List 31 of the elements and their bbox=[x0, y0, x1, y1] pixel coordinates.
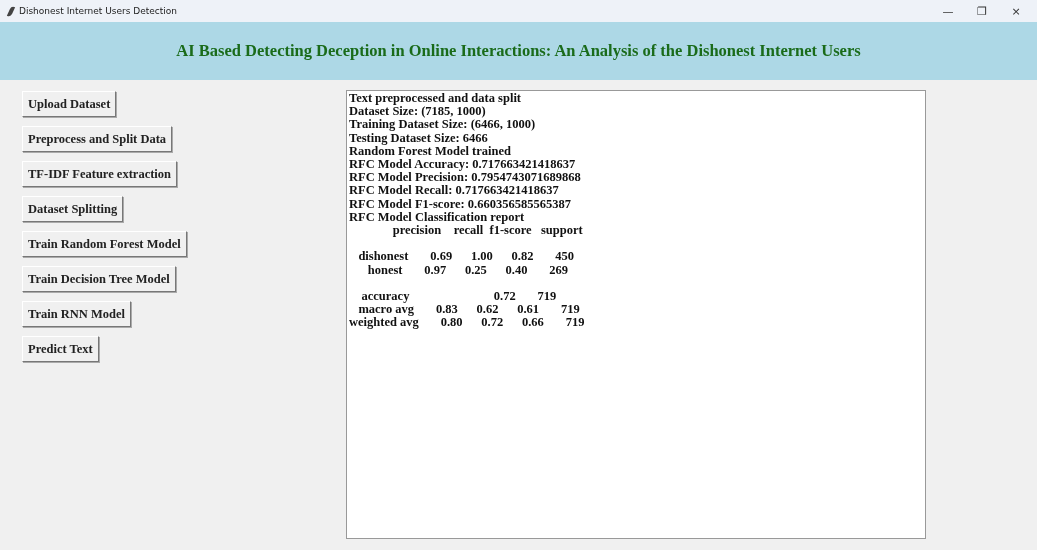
feather-icon bbox=[6, 5, 16, 17]
output-line: Training Dataset Size: (6466, 1000) bbox=[349, 118, 536, 132]
output-line: dishonest 0.69 1.00 0.82 450 bbox=[357, 250, 575, 264]
action-button[interactable]: TF-IDF Feature extraction bbox=[22, 161, 177, 187]
output-line: Dataset Size: (7185, 1000) bbox=[349, 105, 486, 119]
output-line: Testing Dataset Size: 6466 bbox=[349, 131, 488, 145]
action-button[interactable]: Predict Text bbox=[22, 336, 99, 362]
output-line: RFC Model Accuracy: 0.717663421418637 bbox=[349, 158, 576, 172]
minimize-button[interactable]: — bbox=[931, 4, 965, 18]
output-text-area[interactable] bbox=[346, 90, 926, 539]
window-title: Dishonest Internet Users Detection bbox=[19, 6, 179, 16]
restore-button[interactable]: ❐ bbox=[965, 4, 999, 18]
output-line: macro avg 0.83 0.62 0.61 719 bbox=[357, 303, 580, 317]
close-button[interactable]: × bbox=[999, 4, 1033, 18]
action-button[interactable]: Train RNN Model bbox=[22, 301, 131, 327]
output-line: accuracy 0.72 719 bbox=[360, 290, 557, 304]
output-line: RFC Model F1-score: 0.660356585565387 bbox=[349, 197, 571, 211]
output-line: weighted avg 0.80 0.72 0.66 719 bbox=[349, 316, 585, 330]
action-button[interactable]: Dataset Splitting bbox=[22, 196, 124, 222]
output-line: RFC Model Classification report bbox=[349, 210, 525, 225]
action-button[interactable]: Train Decision Tree Model bbox=[22, 266, 176, 292]
app-title: AI Based Detecting Deception in Online Interactions: An Analysis of the Dishonest Internet Users bbox=[176, 41, 861, 61]
output-line: Text preprocessed and data split bbox=[349, 92, 521, 106]
output-line: RFC Model Recall: 0.717663421418637 bbox=[349, 184, 559, 198]
output-line: RFC Model Precision: 0.7954743071689868 bbox=[349, 171, 581, 185]
output-line: Random Forest Model trained bbox=[349, 144, 511, 158]
action-button[interactable]: Upload Dataset bbox=[22, 91, 117, 117]
output-line: precision recall f1-score support bbox=[391, 224, 583, 238]
output-line: honest 0.97 0.25 0.40 269 bbox=[366, 263, 569, 277]
action-button[interactable]: Preprocess and Split Data bbox=[22, 126, 173, 152]
action-button[interactable]: Train Random Forest Model bbox=[22, 231, 187, 257]
